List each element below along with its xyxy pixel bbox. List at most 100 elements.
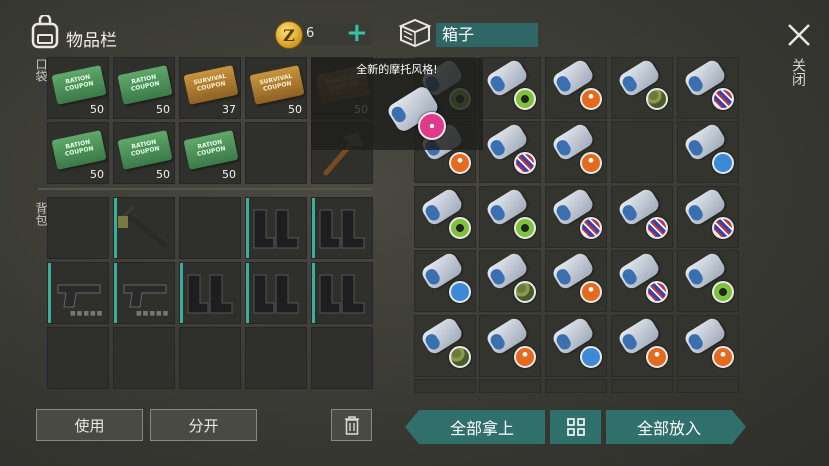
put-all-button[interactable]: 全部放入	[606, 410, 732, 443]
ration-coupon-icon: RATION COUPON	[183, 130, 239, 170]
section-divider	[38, 188, 372, 190]
backpack-slot[interactable]	[113, 327, 175, 389]
boots-icon	[319, 209, 365, 249]
blue-badge-icon	[449, 281, 471, 303]
boots-icon	[187, 274, 233, 314]
ration-coupon-icon: RATION COUPON	[51, 130, 107, 170]
box-slot[interactable]	[677, 57, 739, 119]
moto-badge-icon	[580, 88, 602, 110]
item-count: 50	[90, 168, 104, 181]
pocket-slot[interactable]: SURVIVAL COUPON 37	[179, 57, 241, 119]
sort-button[interactable]	[550, 410, 601, 444]
close-label[interactable]: 关闭	[790, 58, 808, 86]
backpack-slot[interactable]: ■■■■■	[113, 262, 175, 324]
box-slot[interactable]	[677, 186, 739, 248]
boots-icon	[253, 209, 299, 249]
moto-badge-icon	[646, 346, 668, 368]
box-slot[interactable]	[677, 121, 739, 183]
pocket-slot[interactable]: SURVIVAL COUPON50	[245, 57, 307, 119]
box-slot[interactable]	[545, 121, 607, 183]
take-all-button[interactable]: 全部拿上	[419, 410, 545, 443]
blue-badge-icon	[580, 346, 602, 368]
box-slot[interactable]	[545, 315, 607, 377]
box-slot[interactable]	[545, 250, 607, 312]
use-button[interactable]: 使用	[36, 409, 143, 441]
moto-badge-icon	[712, 346, 734, 368]
box-slot[interactable]	[677, 250, 739, 312]
box-slot[interactable]	[677, 379, 739, 393]
backpack-slot[interactable]	[311, 262, 373, 324]
survival-coupon-icon: SURVIVAL COUPON	[183, 65, 239, 105]
trash-button[interactable]	[331, 409, 372, 441]
box-slot[interactable]	[611, 121, 673, 183]
bio-badge-icon	[449, 217, 471, 239]
box-slot[interactable]	[677, 315, 739, 377]
box-slot[interactable]	[479, 250, 541, 312]
box-slot[interactable]	[611, 57, 673, 119]
tooltip-item-preview	[384, 82, 448, 146]
ration-coupon-icon: RATION COUPON	[117, 130, 173, 170]
box-slot[interactable]	[479, 379, 541, 393]
box-icon	[398, 18, 432, 48]
box-slot[interactable]	[479, 186, 541, 248]
backpack-slot[interactable]	[311, 197, 373, 259]
box-slot[interactable]	[611, 379, 673, 393]
item-count: 37	[222, 103, 236, 116]
pocket-slot[interactable]: RATION COUPON 50	[179, 122, 241, 184]
close-icon[interactable]	[786, 22, 812, 48]
boots-icon	[319, 274, 365, 314]
box-slot[interactable]	[545, 57, 607, 119]
backpack-slot[interactable]	[311, 327, 373, 389]
box-slot[interactable]	[414, 186, 476, 248]
backpack-slot[interactable]	[47, 197, 109, 259]
box-slot[interactable]	[545, 186, 607, 248]
flag-badge-icon	[646, 217, 668, 239]
box-slot[interactable]	[414, 315, 476, 377]
flag-badge-icon	[712, 88, 734, 110]
survival-coupon-icon: SURVIVAL COUPON	[249, 65, 305, 105]
box-slot[interactable]	[479, 57, 541, 119]
plus-icon[interactable]: +	[346, 20, 368, 46]
backpack-icon	[31, 15, 59, 49]
pocket-slot[interactable]	[245, 122, 307, 184]
bio-badge-icon	[514, 217, 536, 239]
tooltip-text: 全新的摩托风格!	[356, 63, 438, 76]
blue-badge-icon	[712, 152, 734, 174]
box-slot[interactable]	[414, 250, 476, 312]
backpack-slot[interactable]	[179, 262, 241, 324]
box-slot[interactable]	[611, 250, 673, 312]
pocket-slot[interactable]: RATION COUPON 50	[113, 122, 175, 184]
camo-badge-icon	[514, 281, 536, 303]
container-title: 箱子	[436, 23, 538, 47]
pocket-slot[interactable]: RATION COUPON 50	[47, 57, 109, 119]
backpack-slot[interactable]	[47, 327, 109, 389]
box-slot[interactable]	[479, 315, 541, 377]
flag-badge-icon	[712, 217, 734, 239]
boots-icon	[253, 274, 299, 314]
pocket-slot[interactable]: RATION COUPON 50	[47, 122, 109, 184]
item-count: 50	[288, 103, 302, 116]
box-slot[interactable]	[545, 379, 607, 393]
camo-badge-icon	[646, 88, 668, 110]
grid-icon	[566, 418, 585, 436]
moto-badge-icon	[449, 152, 471, 174]
moto-badge-icon	[580, 152, 602, 174]
item-count: 50	[90, 103, 104, 116]
crossbow-icon	[118, 204, 168, 248]
backpack-slot[interactable]	[245, 197, 307, 259]
moto-style-badge-icon	[418, 112, 446, 140]
moto-badge-icon	[580, 281, 602, 303]
split-button[interactable]: 分开	[150, 409, 257, 441]
moto-badge-icon	[514, 346, 536, 368]
box-slot[interactable]	[611, 315, 673, 377]
box-slot[interactable]	[479, 121, 541, 183]
backpack-slot[interactable]	[179, 327, 241, 389]
backpack-slot[interactable]	[179, 197, 241, 259]
backpack-slot[interactable]	[245, 262, 307, 324]
backpack-slot[interactable]	[245, 327, 307, 389]
box-slot[interactable]	[414, 379, 476, 393]
box-slot[interactable]	[611, 186, 673, 248]
pocket-slot[interactable]: RATION COUPON 50	[113, 57, 175, 119]
backpack-slot[interactable]: ■■■■■	[47, 262, 109, 324]
backpack-slot[interactable]	[113, 197, 175, 259]
